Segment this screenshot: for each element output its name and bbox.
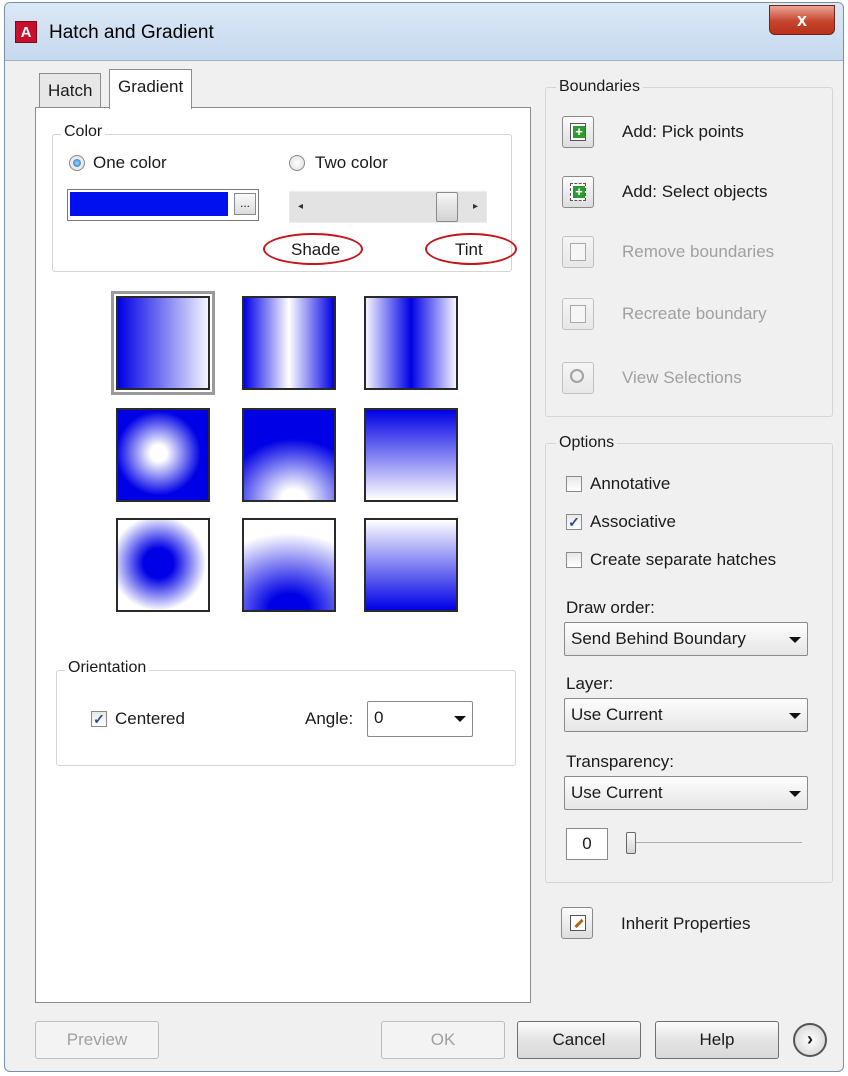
view-selections-button[interactable] <box>562 362 594 394</box>
layer-value: Use Current <box>571 705 663 724</box>
title-bar[interactable]: A Hatch and Gradient x <box>5 3 843 61</box>
color-swatch <box>70 192 228 216</box>
select-objects-button[interactable]: + <box>562 176 594 208</box>
options-group-label: Options <box>556 434 618 452</box>
autocad-app-icon: A <box>15 21 37 43</box>
chevron-down-icon <box>454 716 466 722</box>
tab-hatch[interactable]: Hatch <box>39 73 102 109</box>
boundaries-group-label: Boundaries <box>556 78 643 96</box>
recreate-boundary-icon <box>570 305 586 323</box>
paintbrush-icon <box>570 915 586 931</box>
draw-order-label: Draw order: <box>566 598 655 617</box>
chevron-down-icon <box>789 791 801 797</box>
gradient-pattern-inv-curved[interactable] <box>364 518 458 612</box>
view-selections-label: View Selections <box>622 368 742 387</box>
two-color-label: Two color <box>315 153 388 172</box>
layer-label: Layer: <box>566 674 614 693</box>
plus-icon: + <box>573 185 585 198</box>
slider-right-arrow-icon[interactable]: ▸ <box>473 201 478 212</box>
gradient-pattern-inv-spherical[interactable] <box>116 518 210 612</box>
pick-points-button[interactable]: + <box>562 116 594 148</box>
plus-icon: + <box>573 125 585 138</box>
transparency-slider-thumb[interactable] <box>626 832 636 854</box>
gradient-pattern-inv-hemispherical[interactable] <box>242 518 336 612</box>
draw-order-dropdown[interactable]: Send Behind Boundary <box>564 622 808 656</box>
pick-points-label: Add: Pick points <box>622 122 744 141</box>
annotative-label: Annotative <box>590 474 671 493</box>
slider-left-arrow-icon[interactable]: ◂ <box>298 201 303 212</box>
orientation-group-label: Orientation <box>65 659 150 677</box>
separate-hatches-label: Create separate hatches <box>590 550 777 569</box>
help-button[interactable]: Help <box>655 1021 779 1059</box>
angle-dropdown[interactable]: 0 <box>367 701 473 737</box>
annotative-checkbox[interactable] <box>566 476 582 492</box>
angle-label: Angle: <box>305 709 354 728</box>
inherit-properties-label: Inherit Properties <box>621 914 751 933</box>
gradient-pattern-curved[interactable] <box>364 408 458 502</box>
boundaries-group: Boundaries + Add: Pick points + Add: Sel… <box>545 78 833 417</box>
window-title: Hatch and Gradient <box>49 22 214 43</box>
associative-checkbox[interactable]: ✓ <box>566 514 582 530</box>
remove-boundaries-icon <box>570 243 586 261</box>
gradient-pattern-linear[interactable] <box>111 291 215 395</box>
magnifier-icon <box>570 369 584 383</box>
shade-tint-slider[interactable]: ◂ ▸ <box>289 191 487 223</box>
color-picker[interactable]: ... <box>67 189 259 221</box>
transparency-value: Use Current <box>571 783 663 802</box>
gradient-pattern-cylinder[interactable] <box>242 296 336 390</box>
hatch-gradient-dialog: A Hatch and Gradient x Hatch Gradient Co… <box>4 2 844 1072</box>
centered-checkbox[interactable]: ✓ <box>91 711 107 727</box>
cancel-button[interactable]: Cancel <box>517 1021 641 1059</box>
chevron-down-icon <box>789 713 801 719</box>
draw-order-value: Send Behind Boundary <box>571 629 746 648</box>
angle-value: 0 <box>374 708 384 727</box>
one-color-label: One color <box>93 153 167 172</box>
orientation-group: Orientation ✓ Centered Angle: 0 <box>56 659 516 766</box>
remove-boundaries-button[interactable] <box>562 236 594 268</box>
color-group-label: Color <box>61 123 106 141</box>
layer-dropdown[interactable]: Use Current <box>564 698 808 732</box>
preview-button[interactable]: Preview <box>35 1021 159 1059</box>
recreate-boundary-button[interactable] <box>562 298 594 330</box>
transparency-label: Transparency: <box>566 752 675 771</box>
shade-label: Shade <box>291 240 341 259</box>
gradient-tab-panel: Color One color Two color ... ◂ ▸ Shade … <box>35 107 531 1003</box>
chevron-down-icon <box>789 637 801 643</box>
remove-boundaries-label: Remove boundaries <box>622 242 775 261</box>
tint-label: Tint <box>455 240 483 259</box>
transparency-dropdown[interactable]: Use Current <box>564 776 808 810</box>
options-group: Options Annotative ✓ Associative Create … <box>545 434 833 883</box>
color-group: Color One color Two color ... ◂ ▸ Shade … <box>52 123 517 272</box>
close-button[interactable]: x <box>769 5 835 35</box>
select-objects-label: Add: Select objects <box>622 182 768 201</box>
gradient-pattern-inverted-cylinder[interactable] <box>364 296 458 390</box>
ok-button[interactable]: OK <box>381 1021 505 1059</box>
one-color-radio[interactable] <box>69 155 85 171</box>
color-browse-button[interactable]: ... <box>234 193 256 215</box>
transparency-amount-field[interactable]: 0 <box>566 828 608 860</box>
gradient-pattern-spherical[interactable] <box>116 408 210 502</box>
two-color-radio[interactable] <box>289 155 305 171</box>
tab-gradient[interactable]: Gradient <box>109 69 193 109</box>
recreate-boundary-label: Recreate boundary <box>622 304 767 323</box>
shade-tint-thumb[interactable] <box>436 192 458 222</box>
gradient-pattern-hemispherical[interactable] <box>242 408 336 502</box>
inherit-properties-button[interactable] <box>561 907 593 939</box>
separate-hatches-checkbox[interactable] <box>566 552 582 568</box>
centered-label: Centered <box>115 709 185 728</box>
more-options-button[interactable]: › <box>793 1023 827 1057</box>
associative-label: Associative <box>590 512 676 531</box>
transparency-slider-track[interactable] <box>626 842 802 843</box>
